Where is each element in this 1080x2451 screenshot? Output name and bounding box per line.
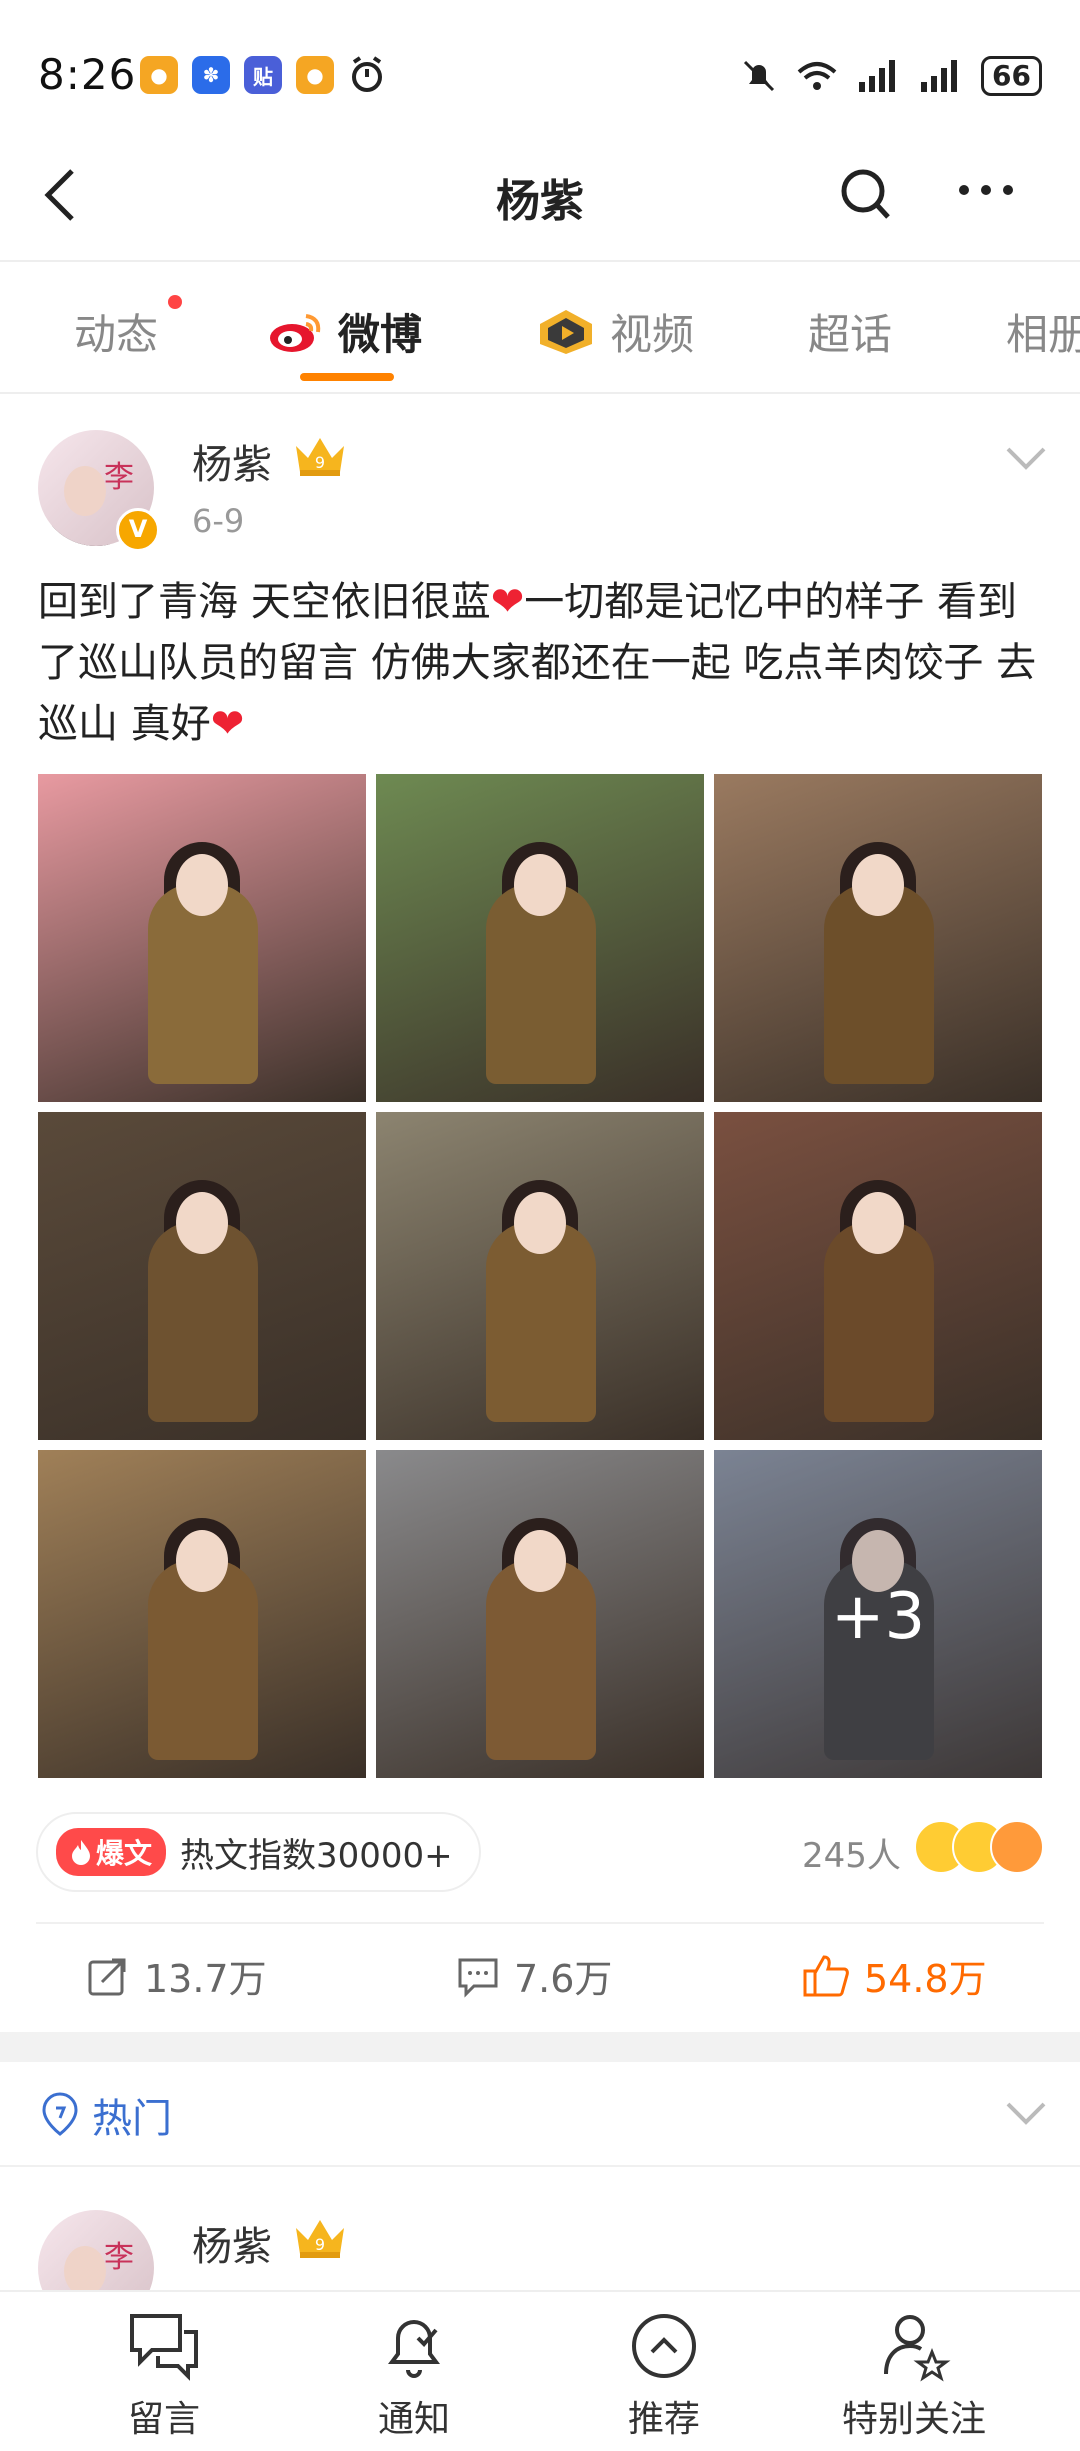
- hot-location-icon: [38, 2090, 82, 2142]
- comment-button[interactable]: 7.6万: [456, 1948, 612, 2003]
- signal-icon: [921, 60, 958, 92]
- recommend-button[interactable]: 推荐: [564, 2310, 764, 2442]
- tab-supertopic[interactable]: 超话: [808, 301, 892, 362]
- author-name[interactable]: 杨紫: [192, 432, 272, 490]
- wifi-icon: [797, 62, 837, 90]
- hot-tag: 爆文: [56, 1828, 167, 1876]
- reaction-emojis[interactable]: [914, 1820, 1044, 1876]
- page-title: 杨紫: [496, 176, 584, 227]
- bottom-bar-label: 推荐: [627, 2399, 700, 2440]
- more-photos-count: +3: [830, 1580, 926, 1654]
- status-app-icons: ● ✽ 贴 ●: [140, 56, 386, 98]
- unread-dot: [168, 295, 182, 309]
- tab-label: 超话: [808, 310, 893, 359]
- emoji-icon: [990, 1820, 1044, 1874]
- tab-label: 相册: [1006, 310, 1080, 359]
- bottom-bar-label: 特别关注: [841, 2399, 986, 2440]
- bottom-action-bar: 留言 通知 推荐 特别关注: [0, 2290, 1080, 2451]
- weibo-icon: ●: [140, 56, 178, 94]
- signal-icon: [859, 60, 896, 92]
- search-button[interactable]: [838, 165, 894, 229]
- special-follow-icon: [884, 2315, 951, 2382]
- post-photo[interactable]: [38, 1112, 366, 1440]
- tab-video[interactable]: 视频: [536, 301, 694, 362]
- section-gap: [0, 2032, 1080, 2062]
- svg-text:9: 9: [315, 2235, 325, 2254]
- post-menu-button[interactable]: [1004, 445, 1048, 475]
- more-dots-icon: [959, 185, 1013, 195]
- hot-index-pill[interactable]: 爆文 热文指数30000+: [36, 1812, 481, 1892]
- post-photo[interactable]: [714, 1112, 1042, 1440]
- repost-icon: [88, 1958, 126, 1995]
- baidu-icon: ✽: [192, 56, 230, 94]
- post-photo[interactable]: [376, 1112, 704, 1440]
- chevron-down-icon: [1006, 447, 1046, 470]
- comment-count: 7.6万: [514, 1957, 613, 2001]
- avatar-text: 李: [104, 2240, 134, 2275]
- post-photo[interactable]: [376, 1450, 704, 1778]
- more-button[interactable]: [956, 180, 1016, 204]
- tab-label: 动态: [74, 310, 159, 359]
- bell-icon: [388, 2320, 440, 2378]
- hot-index-text: 热文指数30000+: [180, 1835, 453, 1876]
- post-photo[interactable]: [714, 774, 1042, 1102]
- search-icon: [841, 169, 890, 219]
- tab-label: 视频: [610, 310, 695, 359]
- alarm-icon: [348, 56, 386, 98]
- hot-section-toggle[interactable]: [1004, 2100, 1048, 2130]
- special-follow-button[interactable]: 特别关注: [814, 2310, 1014, 2442]
- crown-icon[interactable]: 9: [292, 432, 348, 482]
- like-count: 54.8万: [864, 1957, 987, 2001]
- tab-label: 微博: [338, 310, 423, 359]
- post-photo[interactable]: [38, 1450, 366, 1778]
- verified-badge-icon: V: [116, 508, 160, 552]
- post-date: 6-9: [192, 502, 245, 540]
- post-photo[interactable]: [376, 774, 704, 1102]
- message-button[interactable]: 留言: [64, 2310, 264, 2442]
- status-indicators: 66: [741, 56, 1042, 96]
- post-text: 回到了青海 天空依旧很蓝❤一切都是记忆中的样子 看到了巡山队员的留言 仿佛大家都…: [38, 572, 1048, 755]
- notify-button[interactable]: 通知: [314, 2310, 514, 2442]
- svg-text:9: 9: [315, 453, 325, 472]
- photo-grid: +3: [38, 774, 1042, 1778]
- hot-tag-label: 爆文: [96, 1837, 153, 1870]
- post-photo[interactable]: +3: [714, 1450, 1042, 1778]
- avatar-text: 李: [104, 460, 134, 495]
- divider: [0, 2165, 1080, 2167]
- repost-count: 13.7万: [144, 1957, 267, 2001]
- tabs-divider: [0, 392, 1080, 394]
- tab-album[interactable]: 相册: [1006, 301, 1080, 362]
- heart-emoji-icon: ❤: [210, 701, 245, 747]
- video-icon: [540, 309, 592, 354]
- heart-emoji-icon: ❤: [490, 579, 525, 625]
- chevron-down-icon: [1006, 2102, 1046, 2125]
- status-time: 8:26: [38, 50, 137, 99]
- weibo-icon: ●: [296, 56, 334, 94]
- recommend-icon: [632, 2314, 696, 2378]
- post-photo[interactable]: [38, 774, 366, 1102]
- header-divider: [0, 260, 1080, 262]
- weibo-logo-icon: [270, 313, 321, 352]
- bottom-bar-label: 通知: [377, 2399, 450, 2440]
- author-name[interactable]: 杨紫: [192, 2214, 272, 2272]
- fire-icon: [72, 1840, 90, 1865]
- crown-icon[interactable]: 9: [292, 2214, 348, 2264]
- active-tab-indicator: [300, 373, 394, 381]
- divider: [36, 1922, 1044, 1924]
- repost-button[interactable]: 13.7万: [86, 1948, 267, 2003]
- profile-tabs: 动态 微博 视频 超话 相册: [0, 285, 1080, 395]
- like-button[interactable]: 54.8万: [802, 1948, 987, 2003]
- comment-icon: [458, 1958, 498, 1998]
- tab-weibo[interactable]: 微博: [268, 301, 422, 362]
- hot-section-label[interactable]: 热门: [92, 2086, 172, 2144]
- bottom-bar-label: 留言: [127, 2399, 200, 2440]
- reaction-count[interactable]: 245人: [802, 1828, 901, 1877]
- tab-dynamic[interactable]: 动态: [74, 301, 158, 362]
- tieba-icon: 贴: [244, 56, 282, 94]
- thumbs-up-icon: [803, 1954, 849, 1996]
- battery-level: 66: [981, 56, 1042, 96]
- mute-icon: [743, 60, 775, 92]
- message-icon: [130, 2314, 198, 2381]
- post-text-part: 回到了青海 天空依旧很蓝: [38, 579, 491, 625]
